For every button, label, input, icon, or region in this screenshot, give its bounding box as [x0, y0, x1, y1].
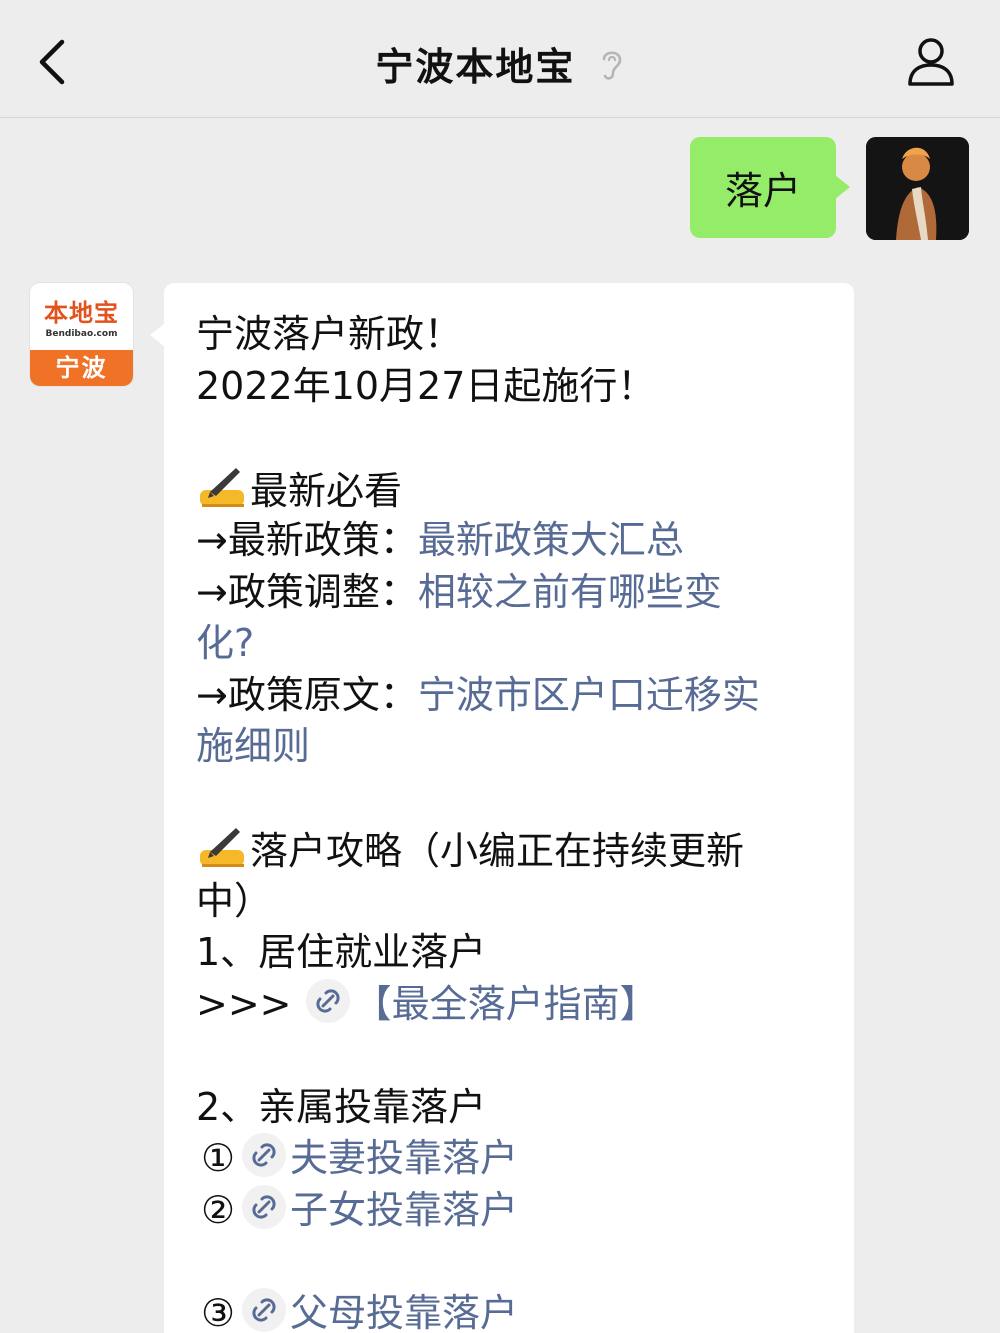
item-label: 政策原文：: [227, 672, 418, 717]
profile-button[interactable]: [900, 34, 962, 90]
logo-url: Bendibao.com: [45, 329, 118, 339]
latest-item-2-cont: 化?: [196, 618, 824, 670]
chat-title: 宁波本地宝: [375, 45, 576, 89]
latest-item-3-cont: 施细则: [196, 721, 824, 773]
logo-text: 本地宝: [44, 299, 119, 327]
section2-title: 2、亲属投靠落户: [196, 1084, 487, 1129]
section1-title: 1、居住就业落户: [196, 930, 487, 974]
item-label: 最新政策：: [227, 518, 418, 562]
section2-item-1: ① 夫妻投靠落户: [196, 1133, 824, 1185]
person-icon: [908, 38, 954, 86]
mini-program-link-icon[interactable]: [242, 1184, 286, 1229]
latest-item-2: →政策调整：相较之前有哪些变: [196, 567, 824, 619]
arrow-icon: →: [196, 518, 228, 562]
latest-item-1: →最新政策：最新政策大汇总: [196, 515, 824, 567]
chat-title-area: 宁波本地宝: [0, 36, 1000, 92]
latest-heading: 最新必看: [250, 468, 403, 513]
policy-changes-link[interactable]: 相较之前有哪些变: [418, 570, 722, 614]
circled-number: ③: [200, 1290, 236, 1333]
writing-hand-icon: [196, 824, 250, 870]
user-avatar[interactable]: [866, 137, 969, 240]
section1-prefix: >>>: [196, 981, 292, 1026]
children-settlement-link[interactable]: 子女投靠落户: [290, 1188, 518, 1232]
writing-hand-icon: [196, 464, 250, 510]
arrow-icon: →: [196, 672, 228, 717]
arrow-icon: →: [196, 569, 228, 614]
mini-program-link-icon[interactable]: [305, 978, 350, 1023]
parents-settlement-link[interactable]: 父母投靠落户: [290, 1291, 518, 1333]
full-guide-link[interactable]: 【最全落户指南】: [354, 982, 658, 1026]
section1-link-row: >>> 【最全落户指南】: [196, 978, 824, 1031]
policy-original-link-cont[interactable]: 施细则: [196, 724, 310, 768]
policy-changes-link-cont[interactable]: 化?: [196, 621, 254, 665]
mini-program-link-icon[interactable]: [242, 1133, 286, 1177]
spouse-settlement-link[interactable]: 夫妻投靠落户: [290, 1136, 518, 1180]
latest-heading-row: 最新必看: [196, 464, 824, 516]
ear-icon: [599, 47, 625, 92]
item-label: 政策调整：: [227, 569, 418, 614]
top-bar: 宁波本地宝: [0, 0, 1000, 118]
latest-item-3: →政策原文：宁波市区户口迁移实: [196, 670, 824, 722]
section2-item-2: ② 子女投靠落户: [196, 1184, 824, 1237]
guide-heading-row: 落户攻略（小编正在持续更新: [196, 824, 824, 876]
guide-heading-cont: 中）: [196, 878, 273, 923]
circled-number: ②: [200, 1187, 236, 1232]
received-message-bubble: 宁波落户新政！ 2022年10月27日起施行！ 最新必看 →最新政策：最新政策大…: [150, 283, 854, 1333]
policy-summary-link[interactable]: 最新政策大汇总: [418, 518, 684, 562]
circled-number: ①: [200, 1136, 236, 1180]
message-date-line: 2022年10月27日起施行！: [196, 363, 656, 408]
guide-heading: 落户攻略（小编正在持续更新: [250, 829, 745, 873]
mini-program-link-icon[interactable]: [242, 1287, 286, 1332]
logo-city: 宁波: [30, 350, 133, 386]
section2-item-3: ③ 父母投靠落户: [196, 1287, 824, 1333]
official-account-avatar[interactable]: 本地宝 Bendibao.com 宁波: [30, 283, 133, 386]
sent-message-bubble[interactable]: 落户: [690, 137, 850, 238]
sent-message-text: 落户: [724, 169, 801, 213]
message-headline: 宁波落户新政！: [196, 312, 463, 356]
policy-original-link[interactable]: 宁波市区户口迁移实: [418, 673, 760, 717]
